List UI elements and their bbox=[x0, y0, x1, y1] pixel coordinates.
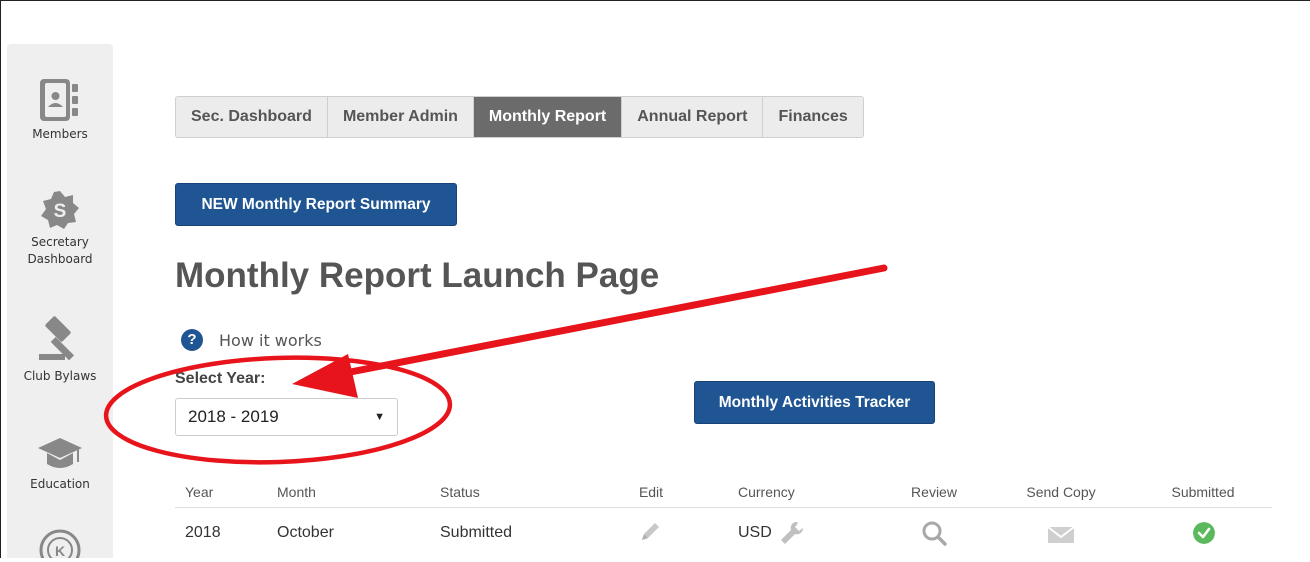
col-review-header: Review bbox=[911, 484, 957, 500]
sidebar-item-kiwanis[interactable]: K bbox=[7, 528, 113, 562]
table-row: 2018 October Submitted USD bbox=[175, 508, 1272, 558]
sidebar: Members S Secretary Dashboard Club Bylaw… bbox=[7, 44, 113, 558]
top-tabs: Sec. Dashboard Member Admin Monthly Repo… bbox=[175, 96, 864, 138]
new-monthly-report-summary-button[interactable]: NEW Monthly Report Summary bbox=[175, 183, 457, 226]
col-status-header: Status bbox=[440, 484, 480, 500]
send-copy-envelope-icon[interactable] bbox=[1047, 526, 1075, 544]
how-it-works-label: How it works bbox=[219, 330, 322, 350]
gavel-icon bbox=[39, 316, 75, 361]
row-currency: USD bbox=[738, 524, 772, 541]
how-it-works-link[interactable]: ? How it works bbox=[181, 328, 322, 352]
tab-sec-dashboard[interactable]: Sec. Dashboard bbox=[176, 97, 328, 137]
row-status: Submitted bbox=[440, 524, 513, 541]
kiwanis-seal-icon: K bbox=[39, 529, 81, 558]
submitted-check-icon bbox=[1193, 522, 1215, 544]
dollar-badge-icon: S bbox=[41, 191, 79, 229]
report-table-header: Year Month Status Edit Currency Review S… bbox=[175, 478, 1272, 508]
graduation-cap-icon bbox=[38, 438, 82, 468]
sidebar-item-education[interactable]: Education bbox=[7, 434, 113, 493]
row-month: October bbox=[277, 524, 334, 541]
sidebar-item-label: Secretary Dashboard bbox=[27, 235, 93, 266]
row-year: 2018 bbox=[185, 524, 221, 541]
col-send-copy-header: Send Copy bbox=[1026, 484, 1096, 500]
sidebar-item-label: Education bbox=[30, 477, 90, 491]
year-select[interactable]: 2018 - 2019 ▼ bbox=[175, 398, 398, 436]
wrench-icon[interactable] bbox=[779, 520, 805, 546]
tab-monthly-report[interactable]: Monthly Report bbox=[473, 97, 623, 137]
col-edit-header: Edit bbox=[638, 484, 664, 500]
tab-annual-report[interactable]: Annual Report bbox=[622, 97, 764, 137]
sidebar-item-members[interactable]: Members bbox=[7, 78, 113, 143]
dropdown-caret-icon: ▼ bbox=[374, 411, 385, 423]
svg-text:S: S bbox=[54, 201, 67, 222]
help-question-icon: ? bbox=[181, 329, 203, 351]
sidebar-item-club-bylaws[interactable]: Club Bylaws bbox=[7, 314, 113, 385]
review-search-icon[interactable] bbox=[921, 520, 947, 546]
select-year-label: Select Year: bbox=[175, 370, 266, 387]
sidebar-item-label: Members bbox=[32, 127, 88, 141]
col-month-header: Month bbox=[277, 484, 316, 500]
sidebar-item-secretary-dashboard[interactable]: S Secretary Dashboard bbox=[7, 190, 113, 268]
edit-pencil-icon[interactable] bbox=[638, 520, 662, 544]
page-title: Monthly Report Launch Page bbox=[175, 256, 660, 295]
tab-member-admin[interactable]: Member Admin bbox=[327, 97, 474, 137]
col-submitted-header: Submitted bbox=[1171, 484, 1235, 500]
year-select-value: 2018 - 2019 bbox=[188, 407, 279, 426]
svg-text:K: K bbox=[55, 543, 65, 558]
monthly-activities-tracker-button[interactable]: Monthly Activities Tracker bbox=[694, 381, 935, 424]
sidebar-item-label: Club Bylaws bbox=[23, 369, 97, 383]
col-year-header: Year bbox=[185, 484, 214, 500]
tab-finances[interactable]: Finances bbox=[763, 97, 863, 137]
members-book-icon bbox=[40, 79, 78, 121]
col-currency-header: Currency bbox=[738, 484, 795, 500]
